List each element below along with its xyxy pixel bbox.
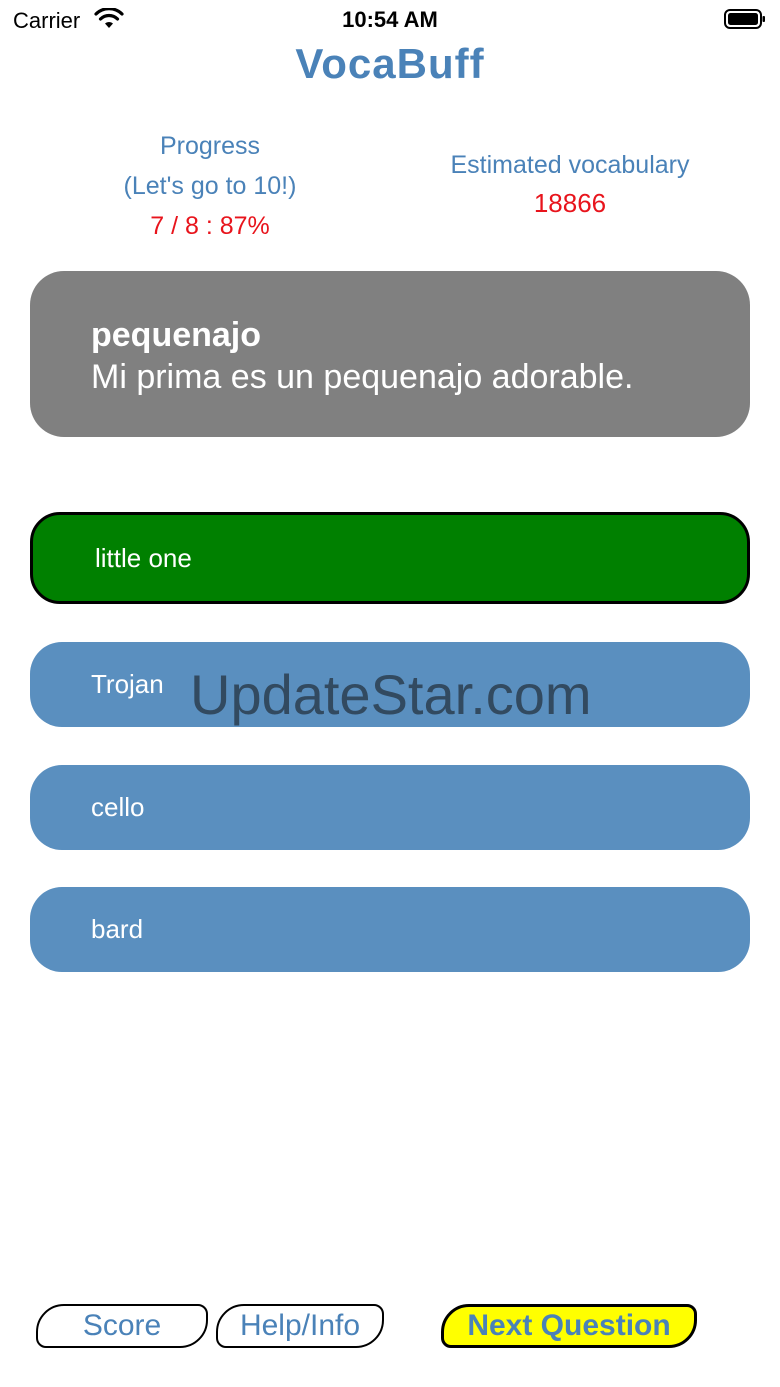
answer-label: bard: [91, 914, 144, 944]
answer-option[interactable]: cello: [30, 765, 750, 850]
answer-option[interactable]: Trojan: [30, 642, 750, 727]
question-word: pequenajo: [91, 316, 262, 354]
vocabulary-title: Estimated vocabulary: [450, 151, 690, 179]
progress-title: Progress: [159, 132, 261, 160]
answer-option[interactable]: bard: [30, 887, 750, 972]
question-sentence: Mi prima es un pequenajo adorable.: [91, 358, 634, 396]
score-button[interactable]: Score: [36, 1304, 208, 1348]
status-time: 10:54 AM: [342, 7, 438, 32]
status-bar: Carrier 10:54 AM: [0, 0, 780, 40]
app-title: VocaBuff: [295, 40, 485, 87]
battery-icon: [724, 9, 765, 29]
answer-option-correct[interactable]: little one: [30, 512, 750, 604]
answer-label: Trojan: [91, 669, 164, 699]
next-question-button[interactable]: Next Question: [441, 1304, 697, 1348]
help-info-button[interactable]: Help/Info: [216, 1304, 384, 1348]
progress-subtitle: (Let's go to 10!): [123, 172, 297, 200]
progress-value: 7 / 8 : 87%: [150, 212, 270, 240]
question-card: pequenajo Mi prima es un pequenajo adora…: [30, 271, 750, 437]
vocabulary-value: 18866: [533, 188, 607, 218]
answer-label: cello: [91, 792, 145, 822]
progress-section: Progress (Let's go to 10!) 7 / 8 : 87%: [80, 126, 340, 246]
vocabulary-section: Estimated vocabulary 18866: [420, 146, 720, 222]
answer-label: little one: [95, 542, 192, 573]
